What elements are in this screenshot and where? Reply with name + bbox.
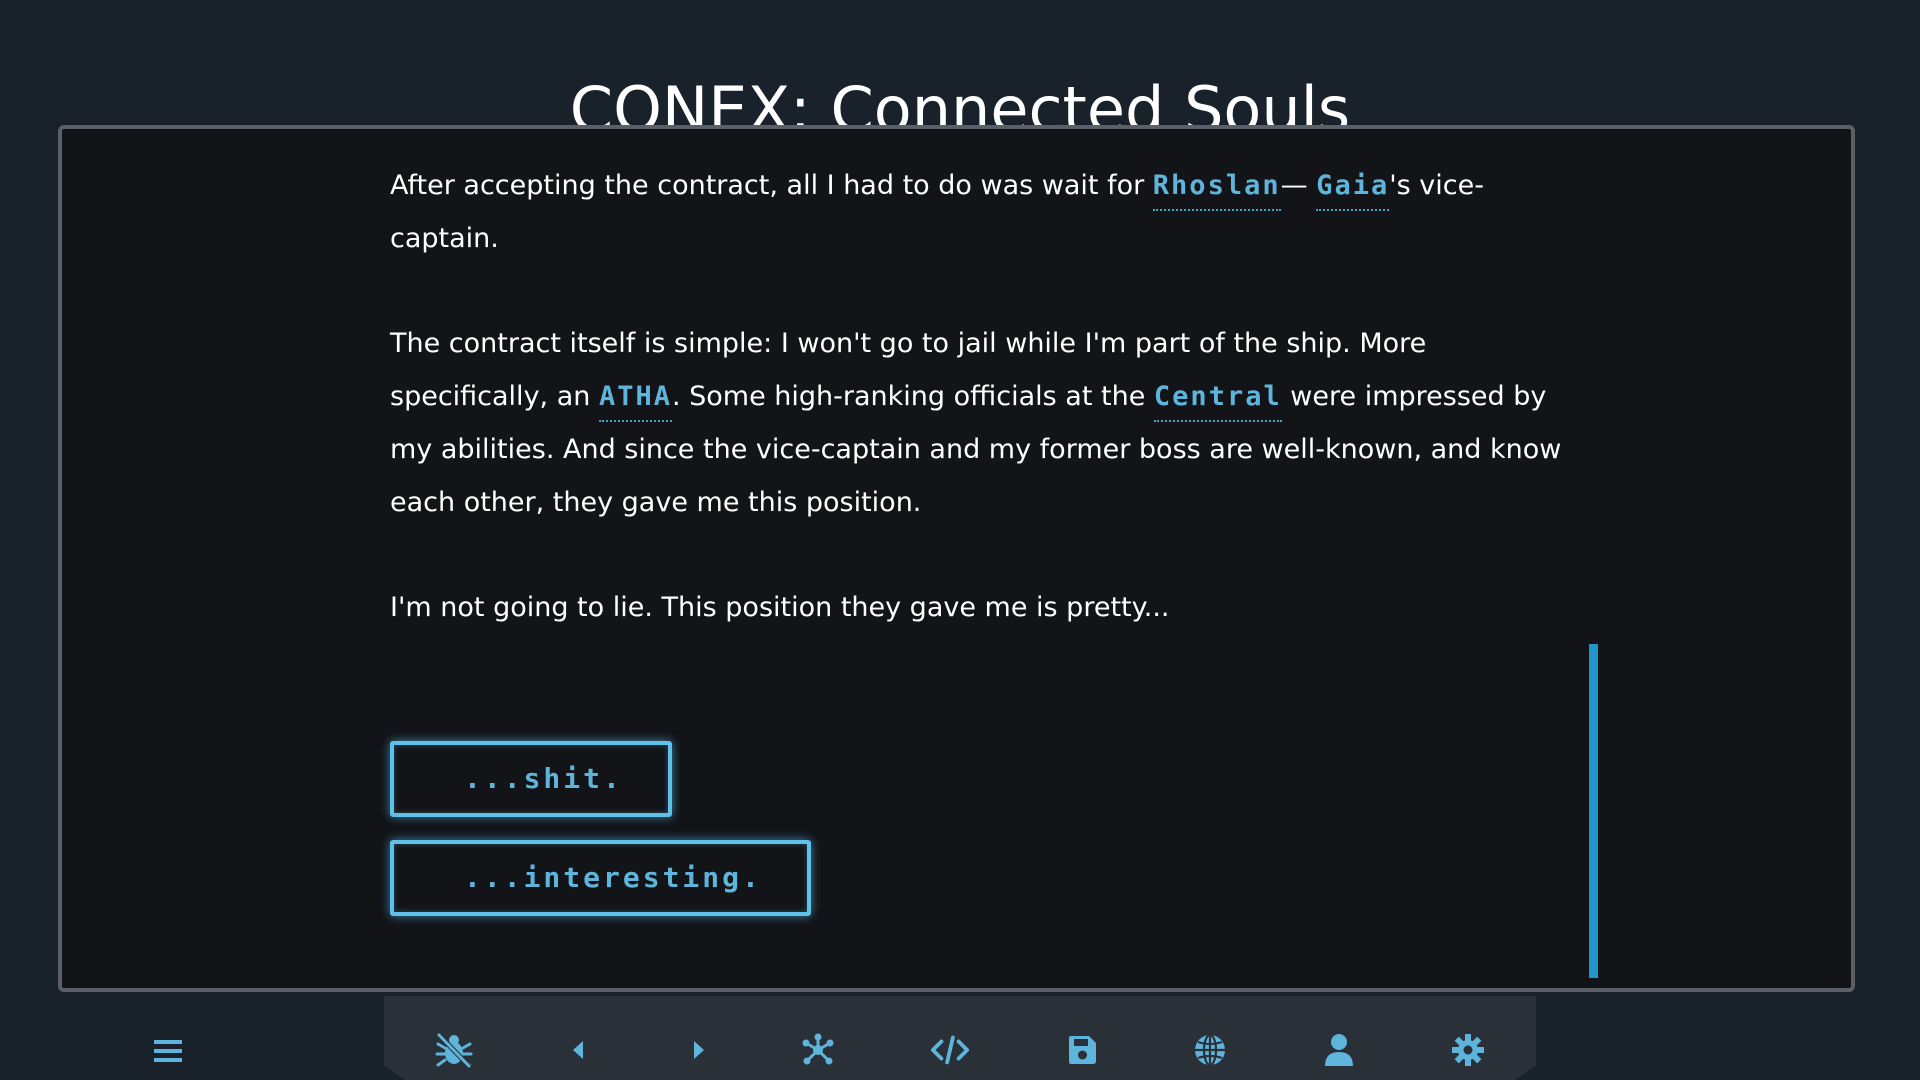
passage-text: After accepting the contract, all I had … [390,159,1590,686]
code-icon[interactable] [930,1030,970,1070]
back-arrow-icon[interactable] [559,1030,599,1070]
glossary-term-central[interactable]: Central [1153,381,1282,422]
forward-arrow-icon[interactable] [678,1030,718,1070]
user-icon[interactable] [1319,1030,1359,1070]
passage-paragraph-3: I'm not going to lie. This position they… [390,592,1170,623]
passage-text-segment: . Some high-ranking officials at the [671,381,1154,412]
passage-paragraph-1: After accepting the contract, all I had … [390,159,1590,265]
network-icon[interactable] [798,1030,838,1070]
game-screen: CONEX: Connected Souls After accepting t… [0,0,1920,1080]
passage-text-segment: After accepting the contract, all I had … [390,170,1153,201]
bottom-toolbar [384,996,1536,1080]
choice-button-interesting[interactable]: ...interesting. [390,840,811,916]
save-icon[interactable] [1062,1030,1102,1070]
gear-icon[interactable] [1448,1030,1488,1070]
scroll-indicator[interactable] [1589,644,1598,978]
bug-icon[interactable] [434,1030,474,1070]
glossary-term-rhoslan[interactable]: Rhoslan [1152,170,1281,211]
passage-text-segment: — [1280,170,1317,201]
glossary-term-atha[interactable]: ATHA [598,381,672,422]
glossary-term-gaia[interactable]: Gaia [1316,170,1390,211]
globe-icon[interactable] [1190,1030,1230,1070]
story-panel: After accepting the contract, all I had … [58,125,1855,992]
passage-paragraph-2: The contract itself is simple: I won't g… [390,317,1590,529]
hamburger-menu-icon[interactable] [153,1036,183,1066]
choice-list: ...shit. ...interesting. [390,741,811,939]
choice-button-shit[interactable]: ...shit. [390,741,672,817]
